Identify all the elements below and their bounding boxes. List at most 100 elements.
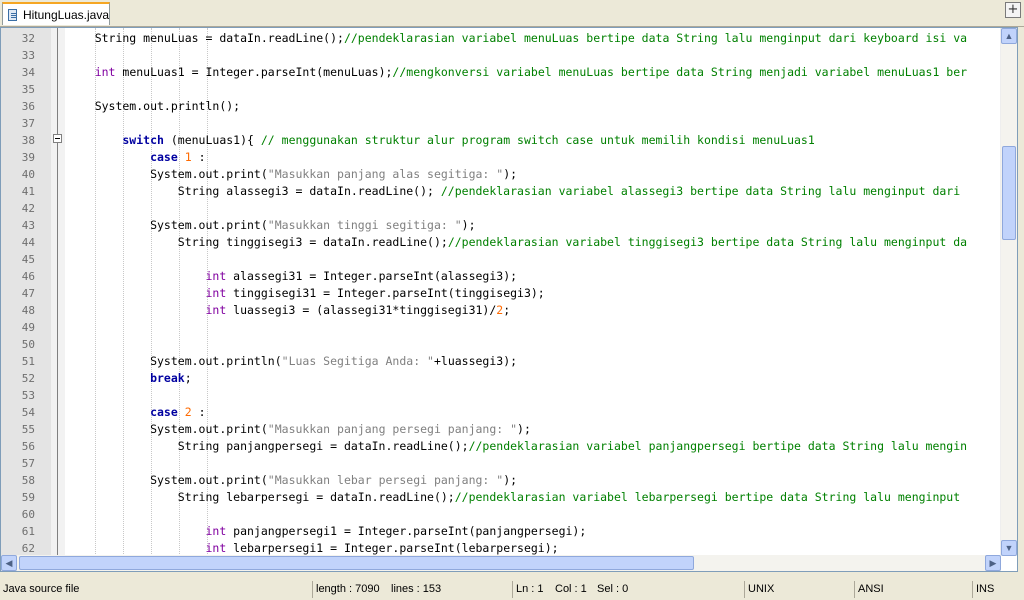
code-line[interactable]: 60 [1,506,1001,523]
tab-bar: HitungLuas.java + [0,0,1024,27]
scroll-right-icon[interactable]: ▶ [985,555,1001,571]
scroll-left-icon[interactable]: ◀ [1,555,17,571]
code-line[interactable]: 49 [1,319,1001,336]
code-token: switch [67,133,164,147]
status-length: length : 7090 [312,581,386,598]
status-eol[interactable]: UNIX [744,581,854,598]
status-insert-mode[interactable]: INS [972,581,1024,598]
line-number: 56 [21,440,35,453]
code-token: lebarpersegi1 = Integer.parseInt(lebarpe… [226,541,559,555]
line-number: 57 [21,457,35,470]
code-line[interactable]: 41 String alassegi3 = dataIn.readLine();… [1,183,1001,200]
code-line[interactable]: 47 int tinggisegi31 = Integer.parseInt(t… [1,285,1001,302]
code-line[interactable]: 52 break; [1,370,1001,387]
new-tab-icon[interactable]: + [1005,2,1021,18]
line-text: System.out.print("Masukkan lebar persegi… [67,472,517,489]
scroll-up-icon[interactable]: ▲ [1001,28,1017,44]
tab-label: HitungLuas.java [22,7,109,22]
code-token: String tinggisegi3 = dataIn.readLine(); [67,235,448,249]
code-token: "Masukkan panjang persegi panjang: " [267,422,518,436]
code-token: String alassegi3 = dataIn.readLine(); [67,184,441,198]
line-number: 39 [21,151,35,164]
code-line[interactable]: 34 int menuLuas1 = Integer.parseInt(menu… [1,64,1001,81]
line-number: 47 [21,287,35,300]
code-token: System.out.println(); [67,99,241,113]
code-token: //mengkonversi variabel menuLuas bertipe… [392,65,968,79]
code-line[interactable]: 59 String lebarpersegi = dataIn.readLine… [1,489,1001,506]
code-line[interactable]: 50 [1,336,1001,353]
line-number: 35 [21,83,35,96]
code-line[interactable]: 45 [1,251,1001,268]
horizontal-scrollbar[interactable]: ◀ ▶ [1,555,1001,571]
line-number: 38 [21,134,35,147]
scroll-down-icon[interactable]: ▼ [1001,540,1017,556]
code-line[interactable]: 48 int luassegi3 = (alassegi31*tinggiseg… [1,302,1001,319]
code-line[interactable]: 35 [1,81,1001,98]
line-number: 59 [21,491,35,504]
code-line[interactable]: 57 [1,455,1001,472]
code-token: +luassegi3); [433,354,518,368]
code-line[interactable]: 55 System.out.print("Masukkan panjang pe… [1,421,1001,438]
code-token: "Masukkan lebar persegi panjang: " [267,473,504,487]
code-token: alassegi31 = Integer.parseInt(alassegi3)… [226,269,518,283]
code-token: System.out.print( [67,473,268,487]
code-line[interactable]: 61 int panjangpersegi1 = Integer.parseIn… [1,523,1001,540]
code-line[interactable]: 53 [1,387,1001,404]
java-file-icon [8,8,17,21]
code-token: String lebarpersegi = dataIn.readLine(); [67,490,455,504]
code-token: System.out.print( [67,218,268,232]
line-number: 54 [21,406,35,419]
line-number: 34 [21,66,35,79]
code-token: case [67,405,178,419]
line-number: 33 [21,49,35,62]
code-line[interactable]: 51 System.out.println("Luas Segitiga And… [1,353,1001,370]
code-line[interactable]: 42 [1,200,1001,217]
code-token: int [67,524,227,538]
code-token: : [191,405,206,419]
code-token: //pendeklarasian variabel panjangpersegi… [468,439,968,453]
code-token: System.out.print( [67,167,268,181]
line-number: 60 [21,508,35,521]
code-line[interactable]: 56 String panjangpersegi = dataIn.readLi… [1,438,1001,455]
code-line[interactable]: 58 System.out.print("Masukkan lebar pers… [1,472,1001,489]
code-line[interactable]: 38 switch (menuLuas1){ // menggunakan st… [1,132,1001,149]
code-token: ); [503,473,518,487]
horizontal-scroll-thumb[interactable] [19,556,694,570]
code-line[interactable]: 32 String menuLuas = dataIn.readLine();/… [1,30,1001,47]
status-encoding[interactable]: ANSI [854,581,972,598]
line-text: String lebarpersegi = dataIn.readLine();… [67,489,960,506]
code-token: tinggisegi31 = Integer.parseInt(tinggise… [226,286,545,300]
code-line[interactable]: 43 System.out.print("Masukkan tinggi seg… [1,217,1001,234]
code-token: (menuLuas1){ [163,133,261,147]
code-line[interactable]: 46 int alassegi31 = Integer.parseInt(ala… [1,268,1001,285]
code-line[interactable]: 39 case 1 : [1,149,1001,166]
vertical-scrollbar[interactable]: ▲ ▼ [1000,28,1017,556]
line-text: String panjangpersegi = dataIn.readLine(… [67,438,967,455]
tab-hitungluas[interactable]: HitungLuas.java [2,2,110,25]
code-token: int [67,541,227,555]
code-token: break [67,371,185,385]
code-line[interactable]: 37 [1,115,1001,132]
code-line[interactable]: 54 case 2 : [1,404,1001,421]
code-token: //pendeklarasian variabel alassegi3 bert… [440,184,961,198]
status-file-type: Java source file [3,583,80,595]
line-text: int luassegi3 = (alassegi31*tinggisegi31… [67,302,510,319]
vertical-scroll-thumb[interactable] [1002,146,1016,240]
line-text: int alassegi31 = Integer.parseInt(alasse… [67,268,517,285]
code-token: ); [503,167,518,181]
code-token: ; [184,371,192,385]
code-line[interactable]: 40 System.out.print("Masukkan panjang al… [1,166,1001,183]
code-editor[interactable]: 32 String menuLuas = dataIn.readLine();/… [0,27,1018,572]
code-token: System.out.println( [67,354,282,368]
code-token: 2 [184,405,192,419]
line-number: 55 [21,423,35,436]
line-text: System.out.println(); [67,98,240,115]
code-token: case [67,150,178,164]
line-number: 32 [21,32,35,45]
code-line[interactable]: 36 System.out.println(); [1,98,1001,115]
line-number: 41 [21,185,35,198]
code-lines[interactable]: 32 String menuLuas = dataIn.readLine();/… [1,30,1001,557]
code-line[interactable]: 44 String tinggisegi3 = dataIn.readLine(… [1,234,1001,251]
line-text: int panjangpersegi1 = Integer.parseInt(p… [67,523,586,540]
code-line[interactable]: 33 [1,47,1001,64]
